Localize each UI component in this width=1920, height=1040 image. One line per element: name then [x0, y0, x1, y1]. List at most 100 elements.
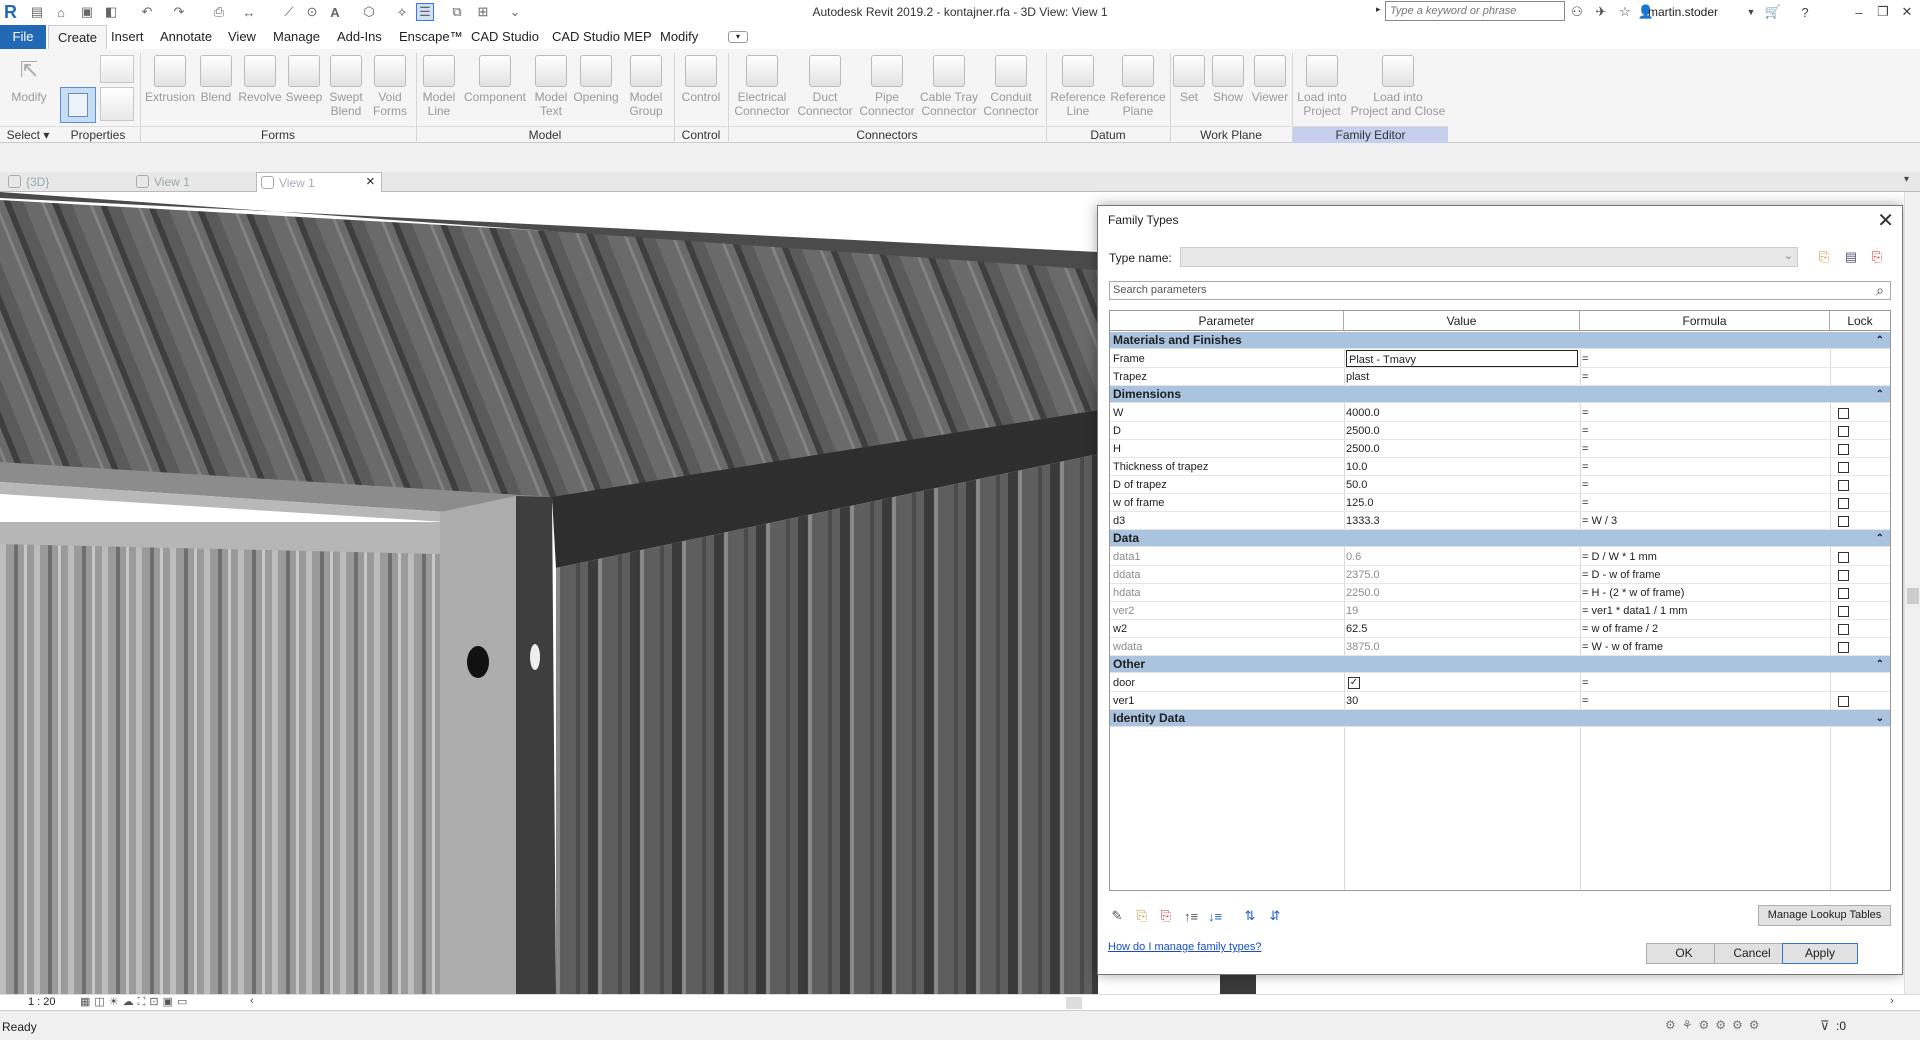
group-header[interactable]: Materials and Finishes ⌃: [1110, 332, 1890, 349]
parameter-row[interactable]: D 2500.0 =: [1110, 422, 1890, 440]
view-scale[interactable]: 1 : 20: [28, 996, 56, 1008]
parameter-row[interactable]: d3 1333.3 = W / 3: [1110, 512, 1890, 530]
column-header-parameter[interactable]: Parameter: [1110, 311, 1344, 331]
parameter-value[interactable]: 2250.0: [1346, 584, 1578, 602]
model-text-button[interactable]: Model Text: [530, 55, 572, 123]
load-into-project-button[interactable]: Load into Project: [1294, 55, 1350, 123]
tab-cad-studio[interactable]: CAD Studio: [462, 25, 548, 49]
parameter-formula[interactable]: = ver1 * data1 / 1 mm: [1582, 602, 1830, 620]
move-down-icon[interactable]: ↓≡: [1206, 907, 1224, 925]
parameter-value[interactable]: plast: [1346, 368, 1578, 386]
parameter-formula[interactable]: = W / 3: [1582, 512, 1830, 530]
parameter-formula[interactable]: =: [1582, 440, 1830, 458]
parameter-row[interactable]: data1 0.6 = D / W * 1 mm: [1110, 548, 1890, 566]
show-workplane-button[interactable]: Show: [1206, 55, 1250, 123]
tab-create[interactable]: Create: [48, 25, 108, 49]
collapse-toggle-icon[interactable]: ⌃: [1876, 386, 1884, 403]
parameter-formula[interactable]: = D / W * 1 mm: [1582, 548, 1830, 566]
parameter-formula[interactable]: = D - w of frame: [1582, 566, 1830, 584]
cable-tray-connector-button[interactable]: Cable Tray Connector: [918, 55, 980, 123]
value-input[interactable]: Plast - Tmavy: [1346, 350, 1578, 367]
parameter-value[interactable]: 0.6: [1346, 548, 1578, 566]
selection-options-icons[interactable]: ⚙⚘⚙⚙⚙⚙: [1665, 1018, 1766, 1032]
lock-checkbox[interactable]: [1838, 588, 1849, 599]
tab-view[interactable]: View: [219, 25, 265, 49]
model-group-button[interactable]: Model Group: [622, 55, 670, 123]
user-name[interactable]: martin.stoder: [1648, 5, 1718, 19]
type-name-select[interactable]: ⌄: [1180, 247, 1798, 267]
parameter-row[interactable]: wdata 3875.0 = W - w of frame: [1110, 638, 1890, 656]
parameter-value[interactable]: 4000.0: [1346, 404, 1578, 422]
parameter-value[interactable]: 3875.0: [1346, 638, 1578, 656]
tab-view-1[interactable]: View 1: [132, 172, 252, 192]
lock-checkbox[interactable]: [1838, 426, 1849, 437]
select-panel-label[interactable]: Select ▾: [0, 126, 56, 143]
tab-manage[interactable]: Manage: [264, 25, 329, 49]
search-icon[interactable]: ⌕: [1876, 282, 1884, 299]
tab-view-1-active[interactable]: View 1: [256, 172, 382, 192]
parameter-value[interactable]: 50.0: [1346, 476, 1578, 494]
parameter-value[interactable]: 10.0: [1346, 458, 1578, 476]
new-type-icon[interactable]: ⎘: [1815, 248, 1833, 266]
manage-lookup-tables-button[interactable]: Manage Lookup Tables: [1758, 905, 1891, 926]
lock-checkbox[interactable]: [1838, 516, 1849, 527]
collapse-toggle-icon[interactable]: ⌄: [1876, 710, 1884, 727]
parameter-row[interactable]: w2 62.5 = w of frame / 2: [1110, 620, 1890, 638]
extrusion-button[interactable]: Extrusion: [144, 55, 196, 123]
parameter-formula[interactable]: = H - (2 * w of frame): [1582, 584, 1830, 602]
horizontal-scrollbar[interactable]: [1066, 997, 1082, 1009]
model-line-button[interactable]: Model Line: [418, 55, 460, 123]
move-up-icon[interactable]: ↑≡: [1182, 907, 1200, 925]
close-window-icon[interactable]: ✕: [1898, 3, 1916, 21]
parameter-value[interactable]: 2500.0: [1346, 422, 1578, 440]
tab-modify[interactable]: Modify: [651, 25, 707, 49]
swept-blend-button[interactable]: Swept Blend: [324, 55, 368, 123]
minimize-icon[interactable]: –: [1850, 3, 1868, 21]
parameter-row[interactable]: H 2500.0 =: [1110, 440, 1890, 458]
lock-checkbox[interactable]: [1838, 642, 1849, 653]
family-category-icon[interactable]: [100, 55, 134, 83]
apply-button[interactable]: Apply: [1782, 943, 1858, 964]
revolve-button[interactable]: Revolve: [236, 55, 284, 123]
parameter-formula[interactable]: = W - w of frame: [1582, 638, 1830, 656]
close-tab-icon[interactable]: ×: [366, 173, 375, 190]
lock-checkbox[interactable]: [1838, 552, 1849, 563]
control-button[interactable]: Control: [676, 55, 726, 123]
parameter-formula[interactable]: = w of frame / 2: [1582, 620, 1830, 638]
sort-descending-icon[interactable]: ⇵: [1266, 907, 1284, 925]
parameter-value[interactable]: 2375.0: [1346, 566, 1578, 584]
parameter-formula[interactable]: =: [1582, 368, 1830, 386]
column-header-value[interactable]: Value: [1344, 311, 1580, 331]
opening-button[interactable]: Opening: [572, 55, 620, 123]
value-checkbox[interactable]: ✓: [1348, 677, 1360, 689]
tab-add-ins[interactable]: Add-Ins: [328, 25, 391, 49]
parameter-formula[interactable]: =: [1582, 674, 1830, 692]
new-parameter-icon[interactable]: ⎘: [1133, 907, 1151, 925]
column-header-lock[interactable]: Lock: [1830, 311, 1890, 331]
electrical-connector-button[interactable]: Electrical Connector: [730, 55, 794, 123]
component-button[interactable]: Component: [460, 55, 530, 123]
vertical-scrollbar[interactable]: [1904, 192, 1920, 994]
group-header[interactable]: Data ⌃: [1110, 530, 1890, 547]
rename-type-icon[interactable]: ▤: [1842, 248, 1860, 266]
parameter-row[interactable]: Thickness of trapez 10.0 =: [1110, 458, 1890, 476]
modify-button[interactable]: ⇱ Modify: [4, 55, 54, 123]
view-control-icons[interactable]: ▦◫☀☁⛶⊡▣▭: [80, 995, 191, 1009]
tab-file[interactable]: File: [0, 25, 46, 49]
tab-insert[interactable]: Insert: [102, 25, 153, 49]
reference-line-button[interactable]: Reference Line: [1048, 55, 1108, 123]
help-search-input[interactable]: Type a keyword or phrase: [1385, 1, 1565, 21]
tab-enscape[interactable]: Enscape™: [390, 25, 472, 49]
scroll-thumb[interactable]: [1907, 588, 1919, 604]
parameter-row[interactable]: ver1 30 =: [1110, 692, 1890, 710]
user-dropdown-icon[interactable]: ▼: [1742, 3, 1760, 21]
properties-icon[interactable]: [100, 87, 134, 121]
subscription-icon[interactable]: ✈: [1592, 3, 1610, 21]
collapse-toggle-icon[interactable]: ⌃: [1876, 530, 1884, 547]
parameter-row[interactable]: w of frame 125.0 =: [1110, 494, 1890, 512]
lock-checkbox[interactable]: [1838, 624, 1849, 635]
parameter-row[interactable]: Frame Plast - Tmavy =: [1110, 350, 1890, 368]
load-into-project-and-close-button[interactable]: Load into Project and Close: [1350, 55, 1446, 123]
tab-3d-view[interactable]: {3D}: [4, 172, 124, 192]
lock-checkbox[interactable]: [1838, 408, 1849, 419]
